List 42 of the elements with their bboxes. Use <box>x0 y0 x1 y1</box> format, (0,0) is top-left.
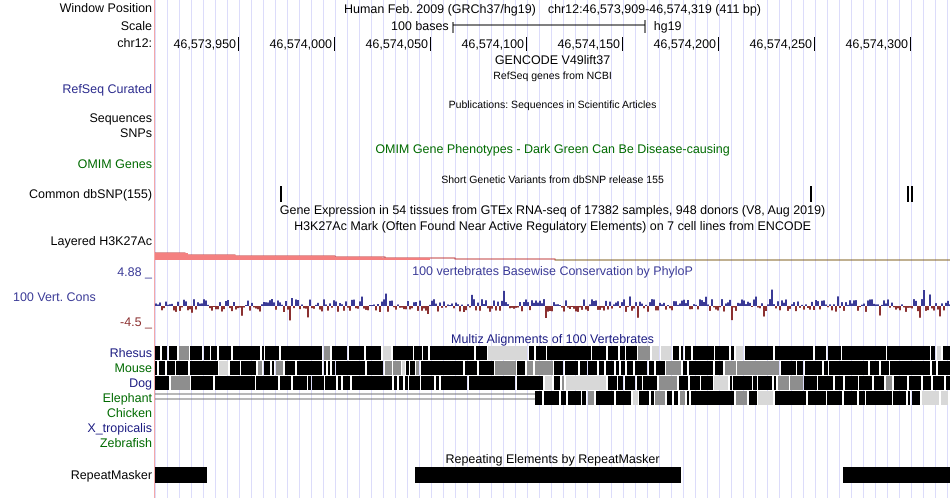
scale-assembly: hg19 <box>654 18 682 35</box>
species-label[interactable]: Dog <box>0 376 155 391</box>
ruler-tick: 46,574,050 <box>335 36 431 50</box>
track-label[interactable]: Sequences <box>0 111 155 126</box>
species-label[interactable]: Mouse <box>0 361 155 376</box>
row-label: chr12: <box>116 35 153 52</box>
ruler-tick: 46,574,250 <box>719 36 815 50</box>
species-label[interactable]: Elephant <box>0 391 155 406</box>
species-label[interactable]: Chicken <box>0 406 155 421</box>
track-title: Gene Expression in 54 tissues from GTEx RNA-seq of 17382 samples, 948 donors (V8, Aug 2019) <box>280 203 826 217</box>
ruler-tick: 46,574,000 <box>239 36 335 50</box>
axis-max-label: 4.88 _ <box>117 265 152 279</box>
ruler-tick: 46,573,950 <box>155 36 239 50</box>
track-title: Multiz Alignments of 100 Vertebrates <box>451 332 654 346</box>
track-title: Short Genetic Variants from dbSNP release 155 <box>441 174 664 186</box>
track-label[interactable]: SNPs <box>0 126 155 141</box>
row-label: Scale <box>120 18 153 35</box>
ruler-tick: 46,574,150 <box>527 36 623 50</box>
row-label: Window Position <box>58 0 153 17</box>
position-title: chr12:46,573,909-46,574,319 (411 bp) <box>548 2 761 16</box>
track-title: GENCODE V49lift37 <box>494 53 610 67</box>
track-label[interactable]: OMIM Genes <box>0 157 155 172</box>
axis-min-label: -4.5 _ <box>120 315 152 329</box>
track-label[interactable]: Layered H3K27Ac <box>0 234 155 262</box>
track-title: OMIM Gene Phenotypes - Dark Green Can Be Disease-causing <box>375 142 730 156</box>
species-label[interactable]: Zebrafish <box>0 436 155 451</box>
scale-length: 100 bases <box>391 18 449 35</box>
track-label[interactable]: RepeatMasker <box>0 467 155 483</box>
track-title: Repeating Elements by RepeatMasker <box>445 451 660 467</box>
ruler-tick: 46,574,200 <box>623 36 719 50</box>
ruler-tick: 46,574,100 <box>431 36 527 50</box>
ruler-tick: 46,574,300 <box>815 36 911 50</box>
track-title: 100 vertebrates Basewise Conservation by PhyloP <box>412 264 693 278</box>
species-label[interactable]: Rhesus <box>0 346 155 361</box>
track-title: Publications: Sequences in Scientific Articles <box>448 99 656 111</box>
track-title: H3K27Ac Mark (Often Found Near Active Regulatory Elements) on 7 cell lines from ENCODE <box>294 219 811 233</box>
track-label[interactable]: Common dbSNP(155) <box>0 186 155 202</box>
track-label[interactable]: RefSeq Curated <box>0 82 155 97</box>
assembly-title: Human Feb. 2009 (GRCh37/hg19) <box>344 2 536 16</box>
track-label[interactable]: 100 Vert. Cons <box>0 290 96 304</box>
track-title: RefSeq genes from NCBI <box>493 70 612 82</box>
species-label[interactable]: X_tropicalis <box>0 421 155 436</box>
